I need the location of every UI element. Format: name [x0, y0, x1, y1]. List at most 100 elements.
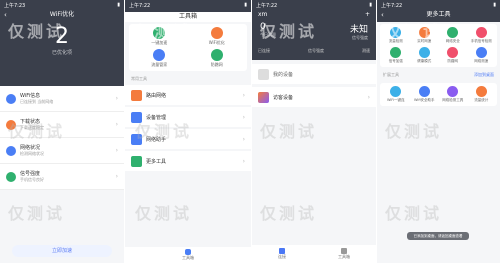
back-icon[interactable]: ‹ — [381, 10, 384, 20]
tool-grid: 流量检测 实时网速 网络安全 手机信号检测信号加强 健康模式 防蹭网 网络测速 — [380, 24, 497, 67]
tool-icon — [475, 86, 487, 97]
optimized-count: 2 — [55, 24, 69, 49]
row-icon — [6, 93, 16, 104]
tool-item[interactable]: 防蹭网 — [440, 47, 466, 64]
stat-signal: 未知 信号强度 — [349, 25, 368, 40]
my-devices-row[interactable]: 我的设备 — [252, 64, 376, 84]
chevron-right-icon: › — [242, 91, 245, 99]
back-icon[interactable]: ‹ — [4, 10, 7, 20]
chevron-right-icon: › — [242, 135, 245, 143]
chevron-right-icon: › — [115, 95, 118, 102]
tool-list-row[interactable]: 网络助手 › — [125, 129, 251, 149]
battery-icon: ▮ — [117, 2, 120, 8]
more-tools-screen: 上午7:22 ▮ ‹ 更多工具 流量检测 实时网速 网络安全 手机信号检测信号加强 健康模… — [377, 0, 500, 263]
title-bar: xm + — [252, 10, 376, 20]
tool-label: 流量管家 — [151, 62, 168, 67]
stats: 0 今日流量 未知 信号强度 — [260, 22, 368, 41]
tool-label: 防蹭网 — [210, 62, 223, 67]
add-to-desktop-link[interactable]: 添加到桌面 — [474, 72, 494, 78]
tool-label: 路由网络 — [146, 92, 167, 99]
tool-item[interactable]: WiFi优化 — [190, 27, 245, 46]
page-title: 更多工具 — [426, 11, 451, 18]
guest-device-row[interactable]: 访客设备 › — [252, 87, 376, 107]
status-bar: 上午7:22 ▮ — [377, 0, 500, 10]
wifi-optimize-screen: 上午7:23 ▮ ‹ WiFi优化 2 已优化项 WiFi信息 已连接到 当前网络 ›… — [0, 0, 124, 263]
nav-label[interactable]: 工具箱 — [182, 255, 194, 261]
row-text: 网络状况 检测网络状况 — [20, 144, 44, 157]
row-text: WiFi信息 已连接到 当前网络 — [20, 92, 53, 105]
row-title: WiFi信息 — [20, 93, 41, 99]
tool-icon — [210, 49, 223, 61]
guest-device-icon — [258, 91, 269, 103]
tool-label: 流量统计 — [474, 98, 489, 102]
tool-list-row[interactable]: 路由网络 › — [125, 85, 251, 105]
quick-action[interactable]: 信号强度 — [308, 48, 324, 54]
tool-label: 网络检测工具 — [442, 98, 464, 102]
tool-label: 网络助手 — [146, 136, 167, 143]
tool-icon — [475, 47, 487, 58]
time: 上午7:22 — [129, 3, 151, 9]
tab-connect[interactable]: 连接 — [278, 248, 286, 260]
tool-label: 手机信号检测 — [470, 39, 492, 43]
info-row[interactable]: 下载状态 下载速度稳定 › — [0, 112, 124, 138]
tool-item[interactable]: 网络检测工具 — [440, 86, 466, 103]
header-area: 上午7:22 ▮ xm + 0 今日流量 未知 信号强度 已连接 信号强度 测速 — [252, 0, 376, 60]
battery-icon: ▮ — [493, 2, 496, 8]
section-label: 我的设备 — [273, 71, 294, 78]
device-icon — [258, 68, 269, 80]
row-subtitle: 下载速度稳定 — [20, 125, 44, 130]
tool-list-row[interactable]: 更多工具 › — [125, 151, 251, 171]
tool-item[interactable]: WiFi一键连 — [383, 86, 409, 103]
tool-item[interactable]: 流量统计 — [469, 86, 495, 103]
tool-icon — [390, 47, 402, 58]
tool-item[interactable]: Wifi安全助手 — [412, 86, 438, 103]
tool-item[interactable]: 流量检测 — [383, 27, 409, 44]
status-bar: 上午7:23 ▮ — [0, 0, 124, 10]
tool-icon — [447, 86, 459, 97]
accelerate-button[interactable]: 立即加速 — [12, 245, 112, 257]
tool-label: 网络安全 — [445, 39, 460, 43]
tool-icon — [131, 133, 142, 145]
quick-actions: 已连接 信号强度 测速 — [258, 48, 370, 54]
tool-list-row[interactable]: 设备管理 › — [125, 107, 251, 127]
extension-grid: WiFi一键连 Wifi安全助手 网络检测工具 流量统计 — [380, 83, 497, 106]
page-title: 工具箱 — [178, 13, 197, 20]
tool-item[interactable]: 网络测速 — [469, 47, 495, 64]
optimized-label: 已优化项 — [51, 50, 72, 56]
extension-title: 扩展工具 — [383, 72, 399, 77]
time: 上午7:22 — [381, 3, 403, 9]
row-text: 信号强度 手机信号良好 — [20, 170, 44, 183]
tool-label: 一键加速 — [151, 40, 168, 45]
info-row[interactable]: WiFi信息 已连接到 当前网络 › — [0, 86, 124, 112]
tool-item[interactable]: 一键加速 — [132, 27, 187, 46]
tool-item[interactable]: 流量管家 — [132, 49, 187, 68]
tool-icon — [390, 86, 402, 97]
tool-label: WiFi优化 — [208, 40, 225, 45]
tool-item[interactable]: 网络安全 — [440, 27, 466, 44]
tool-icon — [447, 27, 459, 38]
tool-item[interactable]: 信号加强 — [383, 47, 409, 64]
stat-traffic: 0 今日流量 — [260, 22, 276, 37]
tool-item[interactable]: 防蹭网 — [190, 49, 245, 68]
row-title: 下载状态 — [20, 119, 41, 125]
info-row[interactable]: 信号强度 手机信号良好 › — [0, 164, 124, 190]
tool-label: 流量检测 — [388, 39, 403, 43]
network-menu[interactable]: xm — [258, 11, 267, 18]
add-icon[interactable]: + — [365, 10, 370, 20]
toolbox-screen: 上午7:22 ▮ 工具箱 一键加速 WiFi优化 流量管家 防蹭网 常用工具 路由网络 ›… — [125, 0, 251, 263]
tool-icon — [131, 111, 142, 123]
tool-item[interactable]: 健康模式 — [412, 47, 438, 64]
tool-item[interactable]: 实时网速 — [412, 27, 438, 44]
tool-icon — [210, 27, 223, 39]
page-title: WiFi优化 — [49, 11, 75, 18]
row-icon — [6, 119, 16, 130]
tab-toolbox[interactable]: 工具箱 — [338, 248, 350, 260]
tool-label: 网络测速 — [474, 59, 489, 63]
tool-item[interactable]: 手机信号检测 — [469, 27, 495, 44]
title-bar: ‹ WiFi优化 — [0, 10, 124, 20]
quick-action[interactable]: 测速 — [362, 48, 370, 54]
info-row[interactable]: 网络状况 检测网络状况 › — [0, 138, 124, 164]
quick-action[interactable]: 已连接 — [258, 48, 270, 54]
time: 上午7:22 — [256, 3, 278, 9]
tool-icon — [418, 27, 430, 38]
